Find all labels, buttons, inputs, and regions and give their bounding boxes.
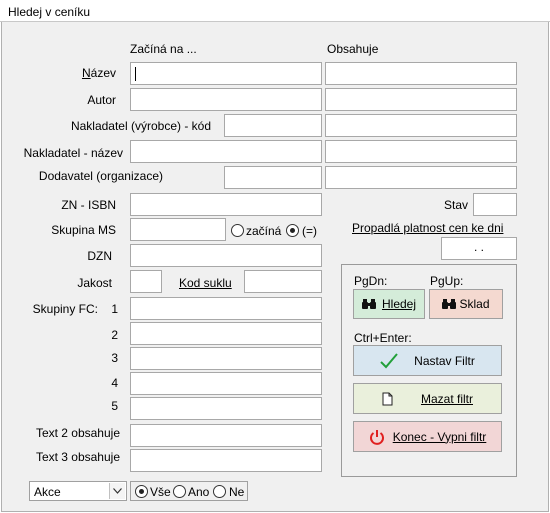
autor-contains-input[interactable] <box>325 88 517 111</box>
kod-suklu-label: Kod suklu <box>179 276 232 290</box>
skupiny-fc-label: Skupiny FC: <box>32 302 98 316</box>
nakladatel-nazev-label: Nakladatel - název <box>23 146 123 160</box>
nakladatel-kod-contains-input[interactable] <box>325 114 517 137</box>
header-contains: Obsahuje <box>327 42 379 56</box>
document-icon <box>382 392 393 406</box>
nastav-filtr-button[interactable]: Nastav Filtr <box>353 345 502 376</box>
title-bar: Hledej v ceníku <box>0 0 550 22</box>
fc-number-4: 4 <box>111 376 118 390</box>
text2-input[interactable] <box>130 424 322 447</box>
nakladatel-kod-label: Nakladatel (výrobce) - kód <box>70 119 211 133</box>
filter-ano-radio[interactable] <box>173 485 186 498</box>
fc-5-input[interactable] <box>130 397 322 420</box>
fc-number-3: 3 <box>111 351 118 365</box>
filter-ne-radio[interactable] <box>213 485 226 498</box>
jakost-label: Jakost <box>77 276 112 290</box>
nastav-filtr-label: Nastav Filtr <box>414 353 475 368</box>
mazat-filtr-label: Mazat filtr <box>420 391 473 406</box>
dzn-label: DZN <box>87 249 112 263</box>
autor-label: Autor <box>87 93 116 107</box>
ctrl-enter-label: Ctrl+Enter: <box>354 331 412 345</box>
action-combo[interactable]: Akce <box>29 481 127 501</box>
nazev-label-text: ázev <box>90 66 116 80</box>
propadla-label: Propadlá platnost cen ke dni <box>352 221 504 235</box>
binoculars-icon <box>442 298 457 310</box>
text2-label: Text 2 obsahuje <box>35 426 120 440</box>
text3-input[interactable] <box>130 449 322 472</box>
binoculars-icon <box>361 298 376 310</box>
dodavatel-label: Dodavatel (organizace) <box>38 169 163 183</box>
nakladatel-kod-input[interactable] <box>224 114 322 137</box>
power-icon <box>369 429 385 445</box>
skupina-starts-radio[interactable] <box>231 224 244 237</box>
fc-number-1: 1 <box>111 302 118 316</box>
skupina-equals-label: (=) <box>302 224 317 238</box>
autor-starts-input[interactable] <box>130 88 322 111</box>
filter-vse-label: Vše <box>150 485 171 499</box>
text-caret <box>135 67 136 81</box>
dodavatel-contains-input[interactable] <box>325 166 517 189</box>
fc-4-input[interactable] <box>130 372 322 395</box>
filter-vse-radio[interactable] <box>135 485 148 498</box>
zn-isbn-label: ZN - ISBN <box>61 198 116 212</box>
fc-2-input[interactable] <box>130 322 322 345</box>
pgup-label: PgUp: <box>430 274 464 288</box>
pgdn-label: PgDn: <box>354 274 388 288</box>
hledej-button[interactable]: Hledej <box>353 289 425 319</box>
propadla-date-value: . . <box>473 240 484 254</box>
nakladatel-nazev-starts-input[interactable] <box>130 140 322 163</box>
konec-button[interactable]: Konec - Vypni filtr <box>353 421 502 452</box>
checkmark-icon <box>380 352 398 369</box>
konec-label: Konec - Vypni filtr <box>392 429 487 444</box>
chevron-down-icon[interactable] <box>109 483 125 499</box>
window-title: Hledej v ceníku <box>8 5 91 19</box>
mazat-filtr-button[interactable]: Mazat filtr <box>353 383 502 414</box>
hledej-button-label: Hledej <box>381 297 417 311</box>
fc-number-5: 5 <box>111 399 118 413</box>
nakladatel-nazev-contains-input[interactable] <box>325 140 517 163</box>
kod-suklu-input[interactable] <box>244 270 322 293</box>
propadla-date-input[interactable]: . . <box>441 237 517 260</box>
sklad-button[interactable]: Sklad <box>429 289 503 319</box>
skupina-ms-label: Skupina MS <box>51 223 116 237</box>
nazev-contains-input[interactable] <box>325 62 517 85</box>
filter-ano-label: Ano <box>188 485 210 499</box>
skupina-ms-input[interactable] <box>130 218 226 241</box>
fc-number-2: 2 <box>111 328 118 342</box>
nazev-label: Název <box>81 66 116 80</box>
text3-label: Text 3 obsahuje <box>35 450 120 464</box>
zn-isbn-input[interactable] <box>130 193 322 216</box>
fc-1-input[interactable] <box>130 297 322 320</box>
dzn-input[interactable] <box>130 244 322 267</box>
stav-label: Stav <box>444 198 469 212</box>
header-starts-with: Začíná na ... <box>130 42 197 56</box>
action-combo-value: Akce <box>34 485 61 499</box>
sklad-button-label: Sklad <box>459 297 490 311</box>
dodavatel-input[interactable] <box>224 166 322 189</box>
filter-ne-label: Ne <box>229 485 245 499</box>
jakost-input[interactable] <box>130 270 162 293</box>
skupina-equals-radio[interactable] <box>286 224 299 237</box>
nazev-starts-input[interactable] <box>130 62 322 85</box>
stav-input[interactable] <box>473 193 517 216</box>
fc-3-input[interactable] <box>130 347 322 370</box>
skupina-starts-label: začíná <box>246 224 282 238</box>
